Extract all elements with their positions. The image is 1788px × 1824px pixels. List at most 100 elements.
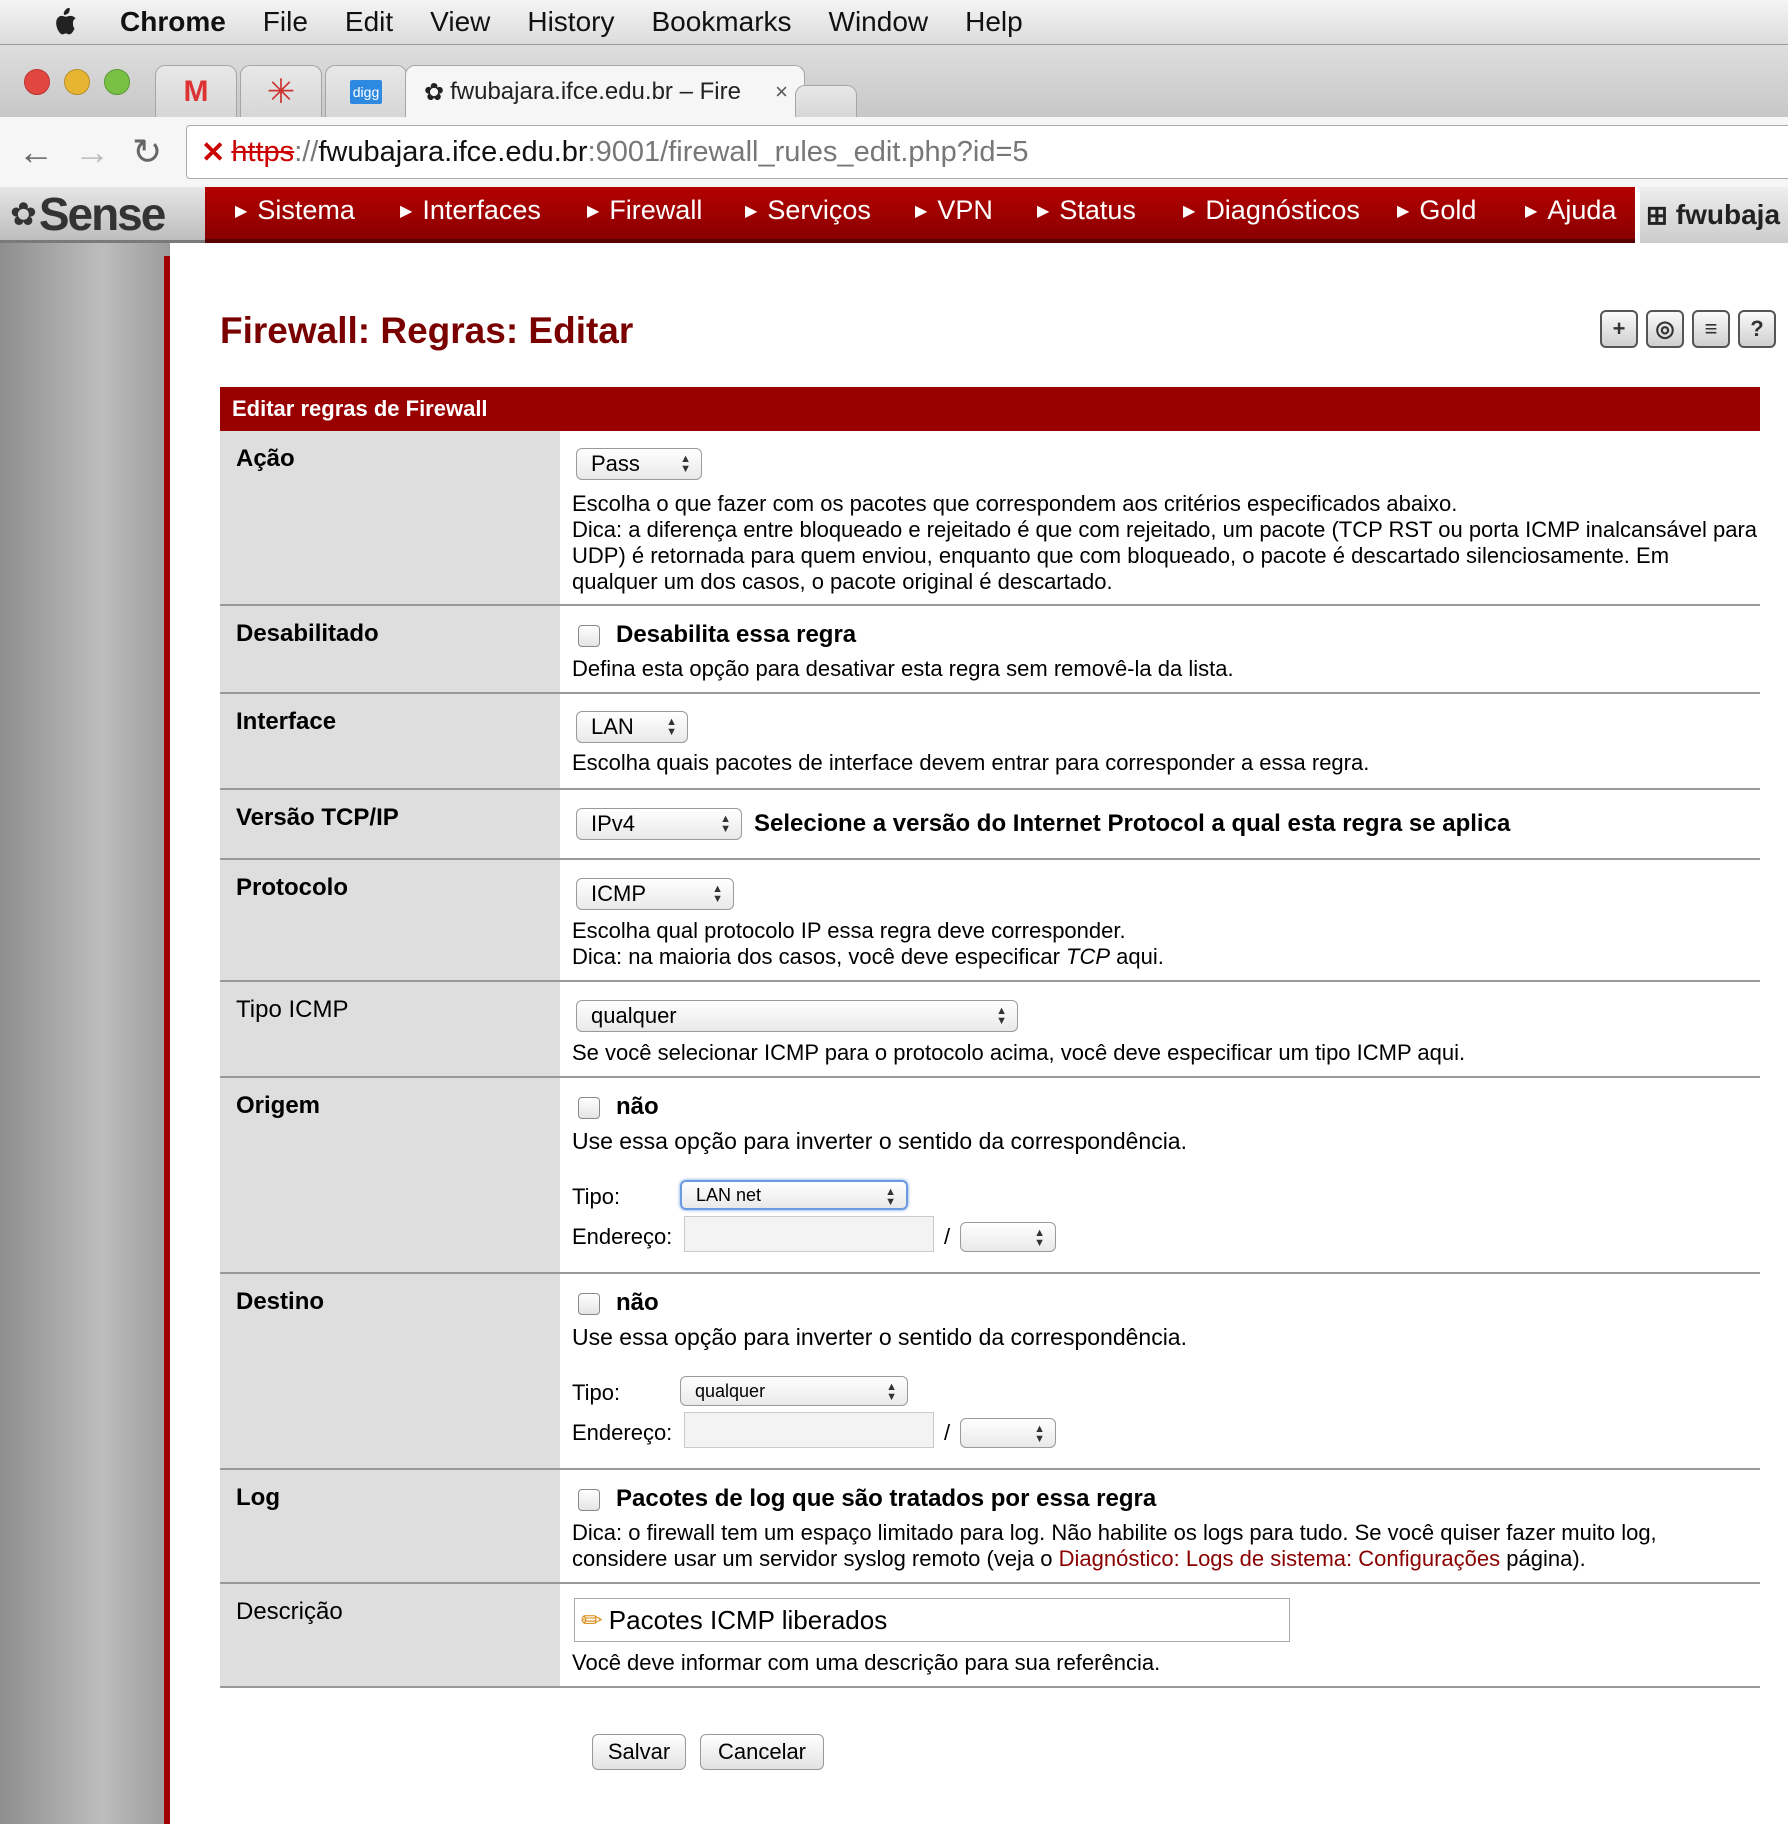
select-value: Pass bbox=[591, 451, 640, 476]
checkbox-label: Desabilita essa regra bbox=[616, 621, 857, 648]
help-text: Selecione a versão do Internet Protocol … bbox=[754, 810, 1511, 837]
new-tab-button[interactable] bbox=[795, 85, 857, 118]
row-label: Origem bbox=[220, 1078, 560, 1272]
source-not-checkbox[interactable] bbox=[578, 1097, 600, 1119]
help-text: Escolha quais pacotes de interface devem… bbox=[572, 750, 1370, 775]
select-arrows-icon: ▲ ▼ bbox=[886, 1381, 897, 1403]
help-text-post: página). bbox=[1506, 1546, 1586, 1571]
source-address-label: Endereço: bbox=[572, 1224, 673, 1249]
forward-arrow-icon[interactable]: → bbox=[74, 131, 110, 173]
destination-address-input[interactable] bbox=[684, 1412, 934, 1448]
description-input[interactable]: ✏ Pacotes ICMP liberados bbox=[574, 1598, 1290, 1642]
tab-strip: M ✳ digg ✿ fwubajara.ifce.edu.br – Fire … bbox=[0, 45, 1788, 118]
destination-address-label: Endereço: bbox=[572, 1420, 673, 1445]
row-label: Log bbox=[220, 1470, 560, 1582]
row-origem: Origem não Use essa opção para inverter … bbox=[220, 1078, 1760, 1274]
disable-checkbox[interactable] bbox=[578, 625, 600, 647]
nav-interfaces[interactable]: ▶ Interfaces bbox=[400, 195, 541, 226]
menu-window[interactable]: Window bbox=[829, 6, 929, 38]
back-arrow-icon[interactable]: ← bbox=[18, 131, 54, 173]
source-type-select[interactable]: LAN net ▲ ▼ bbox=[680, 1180, 908, 1210]
pfsense-favicon-icon: ✿ bbox=[424, 78, 445, 106]
select-arrows-icon: ▲ ▼ bbox=[720, 813, 731, 835]
tab-asterisk[interactable]: ✳ bbox=[240, 65, 322, 118]
tab-digg[interactable]: digg bbox=[325, 65, 407, 118]
destination-not-checkbox[interactable] bbox=[578, 1293, 600, 1315]
select-arrows-icon: ▲ ▼ bbox=[680, 453, 691, 475]
nav-diagnosticos[interactable]: ▶ Diagnósticos bbox=[1183, 195, 1360, 226]
menu-bookmarks[interactable]: Bookmarks bbox=[651, 6, 791, 38]
gmail-icon: M bbox=[183, 75, 209, 108]
nav-firewall[interactable]: ▶ Firewall bbox=[587, 195, 702, 226]
logo-text: Sense bbox=[38, 187, 167, 240]
icmp-type-select[interactable]: qualquer ▲ ▼ bbox=[576, 1000, 1018, 1032]
nav-servicos[interactable]: ▶ Serviços bbox=[745, 195, 871, 226]
slash-separator: / bbox=[944, 1224, 951, 1249]
row-desabilitado: Desabilitado Desabilita essa regra Defin… bbox=[220, 606, 1760, 694]
form-header: Editar regras de Firewall bbox=[220, 387, 1760, 431]
nav-label: Sistema bbox=[257, 195, 355, 225]
destination-mask-select[interactable]: ▲ ▼ bbox=[960, 1418, 1056, 1448]
insecure-x-icon[interactable]: ✕ bbox=[201, 135, 225, 170]
nav-gold[interactable]: ▶ Gold bbox=[1397, 195, 1476, 226]
status-icon[interactable]: ◎ bbox=[1646, 310, 1684, 348]
menu-view[interactable]: View bbox=[430, 6, 490, 38]
tab-gmail[interactable]: M bbox=[155, 65, 237, 118]
menu-history[interactable]: History bbox=[527, 6, 614, 38]
row-versao: Versão TCP/IP IPv4 ▲ ▼ Selecione a versão … bbox=[220, 790, 1760, 860]
source-address-input[interactable] bbox=[684, 1216, 934, 1252]
protocol-select[interactable]: ICMP ▲ ▼ bbox=[576, 878, 734, 910]
system-logs-settings-link[interactable]: Diagnóstico: Logs de sistema: Configuraç… bbox=[1059, 1546, 1500, 1571]
zoom-window-button[interactable] bbox=[104, 69, 130, 95]
help-text: UDP) é retornada para quem enviou, enqua… bbox=[572, 543, 1670, 568]
minimize-window-button[interactable] bbox=[64, 69, 90, 95]
action-select[interactable]: Pass ▲ ▼ bbox=[576, 448, 702, 480]
caret-right-icon: ▶ bbox=[915, 202, 928, 220]
menu-edit[interactable]: Edit bbox=[345, 6, 393, 38]
row-label: Descrição bbox=[220, 1584, 560, 1686]
reload-icon[interactable]: ↻ bbox=[132, 131, 162, 173]
interface-select[interactable]: LAN ▲ ▼ bbox=[576, 711, 688, 743]
help-text-emphasis: TCP bbox=[1066, 944, 1111, 969]
nav-label: Gold bbox=[1419, 195, 1477, 225]
menu-chrome[interactable]: Chrome bbox=[120, 6, 226, 38]
cancel-button[interactable]: Cancelar bbox=[700, 1734, 824, 1770]
pencil-icon: ✏ bbox=[581, 1605, 603, 1635]
nav-vpn[interactable]: ▶ VPN bbox=[915, 195, 993, 226]
hostname: fwubaja bbox=[1675, 199, 1781, 230]
nav-label: Status bbox=[1059, 195, 1136, 225]
ip-version-select[interactable]: IPv4 ▲ ▼ bbox=[576, 808, 742, 840]
help-icon[interactable]: ? bbox=[1738, 310, 1776, 348]
nav-ajuda[interactable]: ▶ Ajuda bbox=[1525, 195, 1616, 226]
destination-type-select[interactable]: qualquer ▲ ▼ bbox=[680, 1376, 908, 1406]
caret-right-icon: ▶ bbox=[400, 202, 413, 220]
close-window-button[interactable] bbox=[24, 69, 50, 95]
source-mask-select[interactable]: ▲ ▼ bbox=[960, 1222, 1056, 1252]
help-text: Dica: o firewall tem um espaço limitado … bbox=[572, 1520, 1657, 1545]
log-icon[interactable]: ≡ bbox=[1692, 310, 1730, 348]
pfsense-logo[interactable]: ✿ Sense bbox=[0, 187, 205, 243]
help-text: considere usar um servidor syslog remoto… bbox=[572, 1546, 1586, 1572]
slash-separator: / bbox=[944, 1420, 951, 1445]
caret-right-icon: ▶ bbox=[745, 202, 758, 220]
log-checkbox[interactable] bbox=[578, 1489, 600, 1511]
asterisk-icon: ✳ bbox=[266, 73, 296, 111]
address-bar[interactable]: ✕ https :// fwubajara.ifce.edu.br :9001/… bbox=[186, 125, 1788, 179]
select-value: qualquer bbox=[591, 1003, 677, 1028]
select-value: LAN net bbox=[696, 1185, 762, 1205]
nav-label: Interfaces bbox=[422, 195, 541, 225]
nav-sistema[interactable]: ▶ Sistema bbox=[235, 195, 355, 226]
nav-status[interactable]: ▶ Status bbox=[1037, 195, 1136, 226]
select-arrows-icon: ▲ ▼ bbox=[1034, 1227, 1045, 1249]
select-arrows-icon: ▲ ▼ bbox=[1034, 1423, 1045, 1445]
tab-pfsense[interactable]: ✿ fwubajara.ifce.edu.br – Fire × bbox=[405, 65, 805, 118]
select-value: ICMP bbox=[591, 881, 646, 906]
menu-file[interactable]: File bbox=[263, 6, 308, 38]
save-button[interactable]: Salvar bbox=[592, 1734, 686, 1770]
menu-help[interactable]: Help bbox=[965, 6, 1023, 38]
left-sidebar bbox=[0, 243, 170, 1824]
add-widget-icon[interactable]: + bbox=[1600, 310, 1638, 348]
caret-right-icon: ▶ bbox=[235, 202, 248, 220]
apple-icon[interactable] bbox=[40, 7, 90, 37]
tab-close-icon[interactable]: × bbox=[775, 79, 788, 105]
